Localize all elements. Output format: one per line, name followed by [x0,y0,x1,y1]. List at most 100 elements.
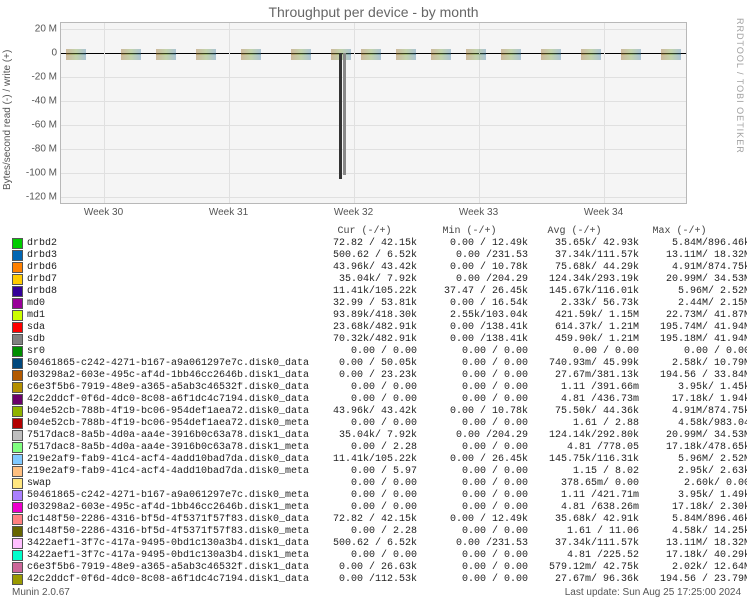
legend-max: 4.91M/874.75k [645,262,747,273]
legend-name: 3422aef1-3f7c-417a-9495-0bd1c130a3b4.dis… [27,550,312,561]
legend-max: 3.95k/ 1.49k [645,490,747,501]
legend-cur: 0.00 /112.53k [312,574,423,585]
legend-swatch [12,382,23,393]
legend-cur: 43.96k/ 43.42k [312,262,423,273]
x-tick: Week 34 [584,207,623,218]
legend-min: 0.00 / 0.00 [423,478,534,489]
x-tick: Week 30 [84,207,123,218]
legend-swatch [12,310,23,321]
legend-avg: 421.59k/ 1.15M [534,310,645,321]
legend-swatch [12,454,23,465]
legend-swatch [12,550,23,561]
legend-max: 13.11M/ 18.32M [645,250,747,261]
legend-name: swap [27,478,312,489]
legend-max: 195.74M/ 41.94M [645,322,747,333]
legend-avg: 124.14k/292.80k [534,430,645,441]
legend-cur: 32.99 / 53.81k [312,298,423,309]
legend-min: 2.55k/103.04k [423,310,534,321]
legend-swatch [12,262,23,273]
legend-name: drbd6 [27,262,312,273]
legend-row: md193.89k/418.30k2.55k/103.04k421.59k/ 1… [12,309,747,321]
legend-max: 17.18k/ 40.29k [645,550,747,561]
legend-swatch [12,562,23,573]
y-tick: -100 M [26,168,57,179]
legend-min: 0.00 /204.29 [423,430,534,441]
legend-min: 0.00 / 0.00 [423,346,534,357]
legend-name: 42c2ddcf-0f6d-4dc0-8c08-a6f1dc4c7194.dis… [27,394,312,405]
legend-name: 42c2ddcf-0f6d-4dc0-8c08-a6f1dc4c7194.dis… [27,574,312,585]
legend-row: sdb70.32k/482.91k0.00 /138.41k459.90k/ 1… [12,333,747,345]
legend-avg: 0.00 / 0.00 [534,346,645,357]
legend-min: 0.00 /138.41k [423,334,534,345]
legend-min: 0.00 / 0.00 [423,550,534,561]
x-tick: Week 31 [209,207,248,218]
chart-title: Throughput per device - by month [0,0,747,22]
legend-cur: 0.00 / 2.28 [312,526,423,537]
legend-avg: 4.81 /638.26m [534,502,645,513]
legend-swatch [12,466,23,477]
legend-row: 7517dac8-8a5b-4d0a-aa4e-3916b0c63a78.dis… [12,441,747,453]
legend-cur: 0.00 / 5.97 [312,466,423,477]
legend-max: 22.73M/ 41.87M [645,310,747,321]
legend-avg: 740.93m/ 45.99k [534,358,645,369]
legend-swatch [12,238,23,249]
legend-name: drbd3 [27,250,312,261]
legend-name: c6e3f5b6-7919-48e9-a365-a5ab3c46532f.dis… [27,382,312,393]
legend-name: 7517dac8-8a5b-4d0a-aa4e-3916b0c63a78.dis… [27,442,312,453]
legend-swatch [12,406,23,417]
legend-row: drbd3500.62 / 6.52k0.00 /231.5337.34k/11… [12,249,747,261]
legend-name: drbd2 [27,238,312,249]
legend-avg: 459.90k/ 1.21M [534,334,645,345]
legend-cur: 11.41k/105.22k [312,286,423,297]
legend-name: 3422aef1-3f7c-417a-9495-0bd1c130a3b4.dis… [27,538,312,549]
legend-cur: 93.89k/418.30k [312,310,423,321]
legend-max: 2.02k/ 12.64M [645,562,747,573]
legend-cur: 70.32k/482.91k [312,334,423,345]
legend-avg: 4.81 /225.52 [534,550,645,561]
munin-version: Munin 2.0.67 [12,587,70,598]
legend-min: 0.00 / 26.45k [423,454,534,465]
legend-swatch [12,574,23,585]
legend-cur: 0.00 / 0.00 [312,418,423,429]
y-tick: -80 M [31,144,57,155]
legend-cur: 0.00 / 0.00 [312,490,423,501]
y-tick: 20 M [35,24,57,35]
legend-max: 194.56 / 33.84M [645,370,747,381]
legend-min: 0.00 / 10.78k [423,262,534,273]
legend-swatch [12,358,23,369]
legend-avg: 145.67k/116.01k [534,286,645,297]
legend-max: 5.96M/ 2.52M [645,454,747,465]
legend-row: sr00.00 / 0.000.00 / 0.000.00 / 0.000.00… [12,345,747,357]
legend-row: sda23.68k/482.91k0.00 /138.41k614.37k/ 1… [12,321,747,333]
legend-cur: 500.62 / 6.52k [312,250,423,261]
rrdtool-label: RRDTOOL / TOBI OETIKER [735,18,745,154]
legend-max: 2.58k/ 10.79M [645,358,747,369]
legend-swatch [12,274,23,285]
legend-row: md032.99 / 53.81k0.00 / 16.54k2.33k/ 56.… [12,297,747,309]
legend-row: drbd811.41k/105.22k37.47 / 26.45k145.67k… [12,285,747,297]
legend-avg: 75.68k/ 44.29k [534,262,645,273]
legend-min: 0.00 / 10.78k [423,406,534,417]
legend-min: 0.00 /204.29 [423,274,534,285]
legend-cur: 43.96k/ 43.42k [312,406,423,417]
legend-cur: 0.00 / 26.63k [312,562,423,573]
legend-row: 50461865-c242-4271-b167-a9a061297e7c.dis… [12,489,747,501]
y-tick: -60 M [31,120,57,131]
legend-row: drbd643.96k/ 43.42k0.00 / 10.78k75.68k/ … [12,261,747,273]
legend-name: 219e2af9-fab9-41c4-acf4-4add10bad7da.dis… [27,466,312,477]
legend-avg: 4.81 /436.73m [534,394,645,405]
legend-avg: 2.33k/ 56.73k [534,298,645,309]
legend-avg: 1.11 /391.66m [534,382,645,393]
legend-name: b04e52cb-788b-4f19-bc06-954def1aea72.dis… [27,418,312,429]
legend-name: sr0 [27,346,312,357]
legend-avg: 1.11 /421.71m [534,490,645,501]
legend-row: swap0.00 / 0.000.00 / 0.00378.65m/ 0.002… [12,477,747,489]
legend-name: d03298a2-603e-495c-af4d-1bb46cc2646b.dis… [27,370,312,381]
legend-row: 3422aef1-3f7c-417a-9495-0bd1c130a3b4.dis… [12,549,747,561]
legend-cur: 0.00 / 0.00 [312,550,423,561]
legend-avg: 4.81 /778.05 [534,442,645,453]
legend-row: 7517dac8-8a5b-4d0a-aa4e-3916b0c63a78.dis… [12,429,747,441]
legend-name: d03298a2-603e-495c-af4d-1bb46cc2646b.dis… [27,502,312,513]
legend-swatch [12,322,23,333]
footer: Munin 2.0.67 Last update: Sun Aug 25 17:… [0,585,747,600]
